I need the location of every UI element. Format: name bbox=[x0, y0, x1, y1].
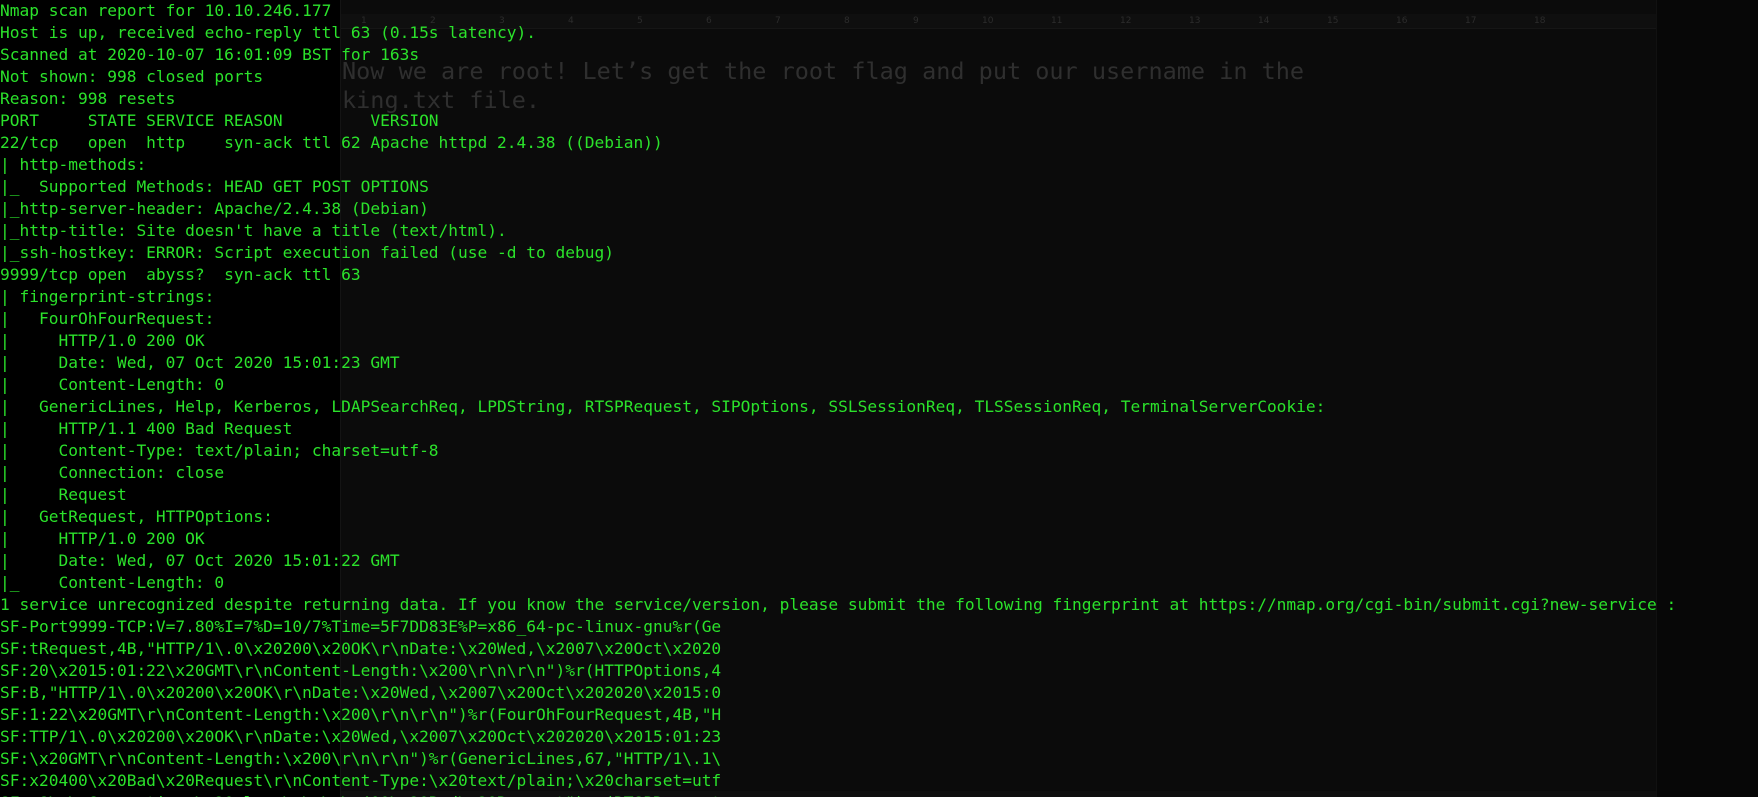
terminal-line: | HTTP/1.0 200 OK bbox=[0, 331, 205, 350]
terminal-line: SF:tRequest,4B,"HTTP/1\.0\x20200\x20OK\r… bbox=[0, 639, 722, 658]
terminal-line: | HTTP/1.0 200 OK bbox=[0, 529, 205, 548]
terminal-line: |_ssh-hostkey: ERROR: Script execution f… bbox=[0, 243, 614, 262]
terminal-line: | fingerprint-strings: bbox=[0, 287, 225, 306]
terminal-line: SF:20\x2015:01:22\x20GMT\r\nContent-Leng… bbox=[0, 661, 722, 680]
terminal-line: Host is up, received echo-reply ttl 63 (… bbox=[0, 23, 537, 42]
terminal-line: SF:\x20GMT\r\nContent-Length:\x200\r\n\r… bbox=[0, 749, 722, 768]
terminal-line: SF:TTP/1\.0\x20200\x20OK\r\nDate:\x20Wed… bbox=[0, 727, 722, 746]
terminal-line: SF-Port9999-TCP:V=7.80%I=7%D=10/7%Time=5… bbox=[0, 617, 722, 636]
terminal-line: Reason: 998 resets bbox=[0, 89, 176, 108]
terminal-line: |_http-title: Site doesn't have a title … bbox=[0, 221, 507, 240]
terminal-line: Scanned at 2020-10-07 16:01:09 BST for 1… bbox=[0, 45, 420, 64]
terminal-line: 9999/tcp open abyss? syn-ack ttl 63 bbox=[0, 265, 361, 284]
terminal-output[interactable]: Nmap scan report for 10.10.246.177 Host i… bbox=[0, 0, 1676, 797]
terminal-line: Nmap scan report for 10.10.246.177 bbox=[0, 1, 332, 20]
terminal-line: | Connection: close bbox=[0, 463, 225, 482]
terminal-line: 1 service unrecognized despite returning… bbox=[0, 595, 1677, 614]
terminal-line: | Content-Type: text/plain; charset=utf-… bbox=[0, 441, 439, 460]
terminal-line: | GenericLines, Help, Kerberos, LDAPSear… bbox=[0, 397, 1336, 416]
terminal-line: |_ Supported Methods: HEAD GET POST OPTI… bbox=[0, 177, 429, 196]
terminal-line: SF:B,"HTTP/1\.0\x20200\x20OK\r\nDate:\x2… bbox=[0, 683, 722, 702]
terminal-line: SF:1:22\x20GMT\r\nContent-Length:\x200\r… bbox=[0, 705, 722, 724]
terminal-line: Not shown: 998 closed ports bbox=[0, 67, 264, 86]
desktop-screen: 1 2 3 4 5 6 7 8 9 10 11 12 13 14 15 16 17 18 Now we are r… bbox=[0, 0, 1758, 797]
terminal-line: | Date: Wed, 07 Oct 2020 15:01:22 GMT bbox=[0, 551, 400, 570]
terminal-line: |_http-server-header: Apache/2.4.38 (Deb… bbox=[0, 199, 429, 218]
terminal-line: | HTTP/1.1 400 Bad Request bbox=[0, 419, 293, 438]
terminal-line: | Date: Wed, 07 Oct 2020 15:01:23 GMT bbox=[0, 353, 400, 372]
terminal-line: |_ Content-Length: 0 bbox=[0, 573, 225, 592]
terminal-line: | GetRequest, HTTPOptions: bbox=[0, 507, 283, 526]
terminal-line: | FourOhFourRequest: bbox=[0, 309, 225, 328]
terminal-line: SF:x20400\x20Bad\x20Request\r\nContent-T… bbox=[0, 771, 722, 790]
terminal-line: 22/tcp open http syn-ack ttl 62 Apache h… bbox=[0, 133, 663, 152]
terminal-line: PORT STATE SERVICE REASON VERSION bbox=[0, 111, 439, 130]
terminal-line: | Request bbox=[0, 485, 127, 504]
terminal-line: | http-methods: bbox=[0, 155, 156, 174]
terminal-line: SF:-8\r\nConnection:\x20close\r\n\r\n400… bbox=[0, 792, 1676, 797]
terminal-line: | Content-Length: 0 bbox=[0, 375, 225, 394]
